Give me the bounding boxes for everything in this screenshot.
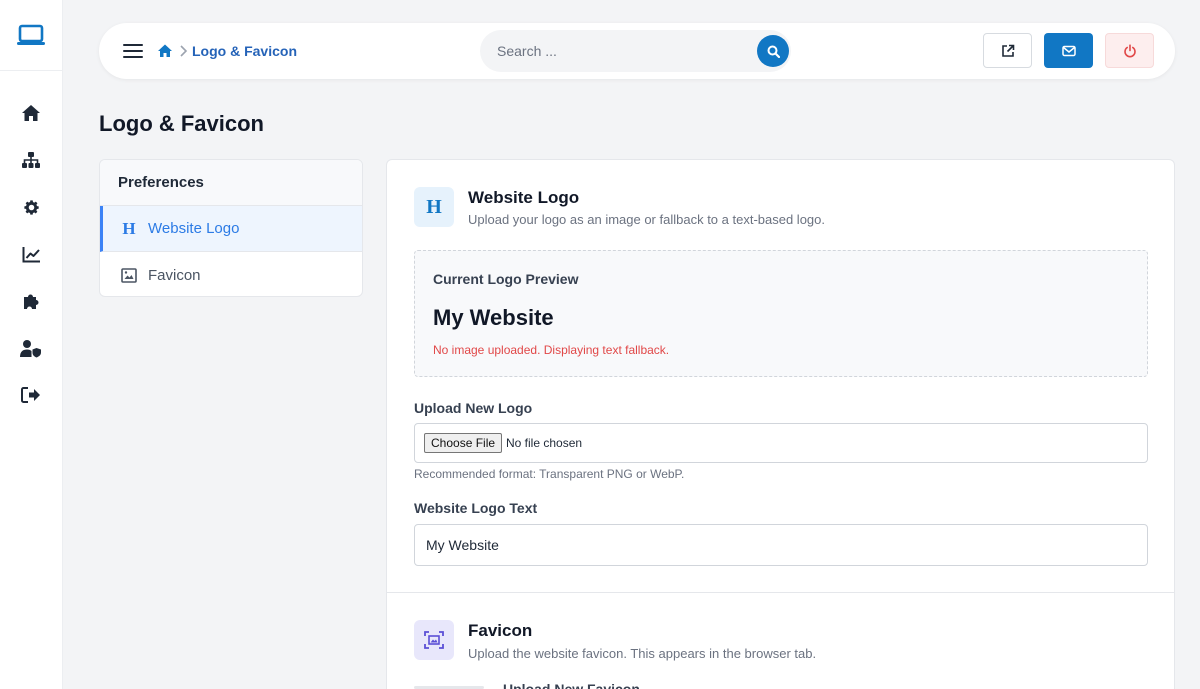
menu-toggle-button[interactable] — [123, 41, 143, 61]
line-chart-icon — [22, 246, 40, 262]
logo-preview-box: Current Logo Preview My Website No image… — [414, 250, 1148, 377]
choose-file-button[interactable]: Choose File — [424, 433, 503, 453]
external-link-icon — [1001, 44, 1014, 57]
heading-icon: H — [414, 187, 454, 227]
menu-bar — [123, 44, 143, 46]
upload-logo-label: Upload New Logo — [414, 400, 533, 416]
heading-icon: H — [122, 218, 136, 238]
search-icon — [767, 45, 780, 58]
search-bar — [480, 30, 791, 72]
home-icon — [22, 105, 40, 121]
website-logo-subtitle: Upload your logo as an image or fallback… — [468, 212, 825, 227]
breadcrumb-current: Logo & Favicon — [192, 43, 297, 59]
rail-home[interactable] — [18, 100, 44, 126]
rail-user-security[interactable] — [18, 335, 44, 361]
puzzle-icon — [23, 294, 38, 309]
rail-sitemap[interactable] — [18, 147, 44, 173]
rail-analytics[interactable] — [18, 241, 44, 267]
menu-bar — [123, 56, 143, 58]
file-status: No file chosen — [506, 436, 583, 450]
preview-note: No image uploaded. Displaying text fallb… — [433, 343, 670, 357]
logo-text-label: Website Logo Text — [414, 500, 538, 516]
logo-text-input[interactable] — [414, 524, 1148, 566]
app-logo[interactable] — [0, 0, 62, 71]
laptop-icon — [17, 24, 45, 45]
user-shield-icon — [20, 339, 41, 357]
image-icon — [414, 620, 454, 660]
rail-nav — [0, 71, 62, 408]
envelope-icon — [1061, 45, 1076, 56]
home-icon[interactable] — [157, 43, 173, 59]
messages-button[interactable] — [1044, 33, 1093, 68]
rail-settings[interactable] — [18, 194, 44, 220]
settings-card: H Website Logo Upload your logo as an im… — [386, 159, 1175, 689]
upload-logo-help: Recommended format: Transparent PNG or W… — [414, 467, 685, 481]
search-button[interactable] — [757, 35, 789, 67]
page-title: Logo & Favicon — [99, 111, 264, 136]
side-rail — [0, 0, 63, 689]
preferences-panel: Preferences H Website Logo Favicon — [99, 159, 363, 297]
preferences-item-website-logo[interactable]: H Website Logo — [100, 206, 362, 252]
favicon-title: Favicon — [468, 621, 533, 640]
rail-plugins[interactable] — [18, 288, 44, 314]
top-bar: Logo & Favicon — [99, 23, 1175, 79]
open-site-button[interactable] — [983, 33, 1032, 68]
preview-label: Current Logo Preview — [433, 271, 579, 287]
preferences-item-favicon[interactable]: Favicon — [100, 252, 362, 296]
preview-logo-text: My Website — [433, 305, 554, 330]
upload-favicon-label: Upload New Favicon — [503, 681, 640, 689]
logo-file-input[interactable]: Choose File No file chosen — [414, 423, 1148, 463]
logout-icon — [21, 387, 40, 403]
favicon-subtitle: Upload the website favicon. This appears… — [468, 646, 817, 661]
chevron-right-icon — [180, 45, 188, 57]
power-icon — [1123, 43, 1136, 57]
preferences-item-label: Website Logo — [148, 220, 240, 237]
preferences-heading: Preferences — [100, 160, 362, 206]
sitemap-icon — [22, 152, 40, 168]
search-input[interactable] — [480, 30, 750, 72]
logout-button[interactable] — [1105, 33, 1154, 68]
section-divider — [387, 592, 1174, 593]
image-icon — [120, 266, 138, 284]
preferences-item-label: Favicon — [148, 266, 201, 284]
rail-logout[interactable] — [18, 382, 44, 408]
website-logo-title: Website Logo — [468, 188, 580, 207]
menu-bar — [123, 50, 143, 52]
gear-icon — [23, 199, 39, 215]
